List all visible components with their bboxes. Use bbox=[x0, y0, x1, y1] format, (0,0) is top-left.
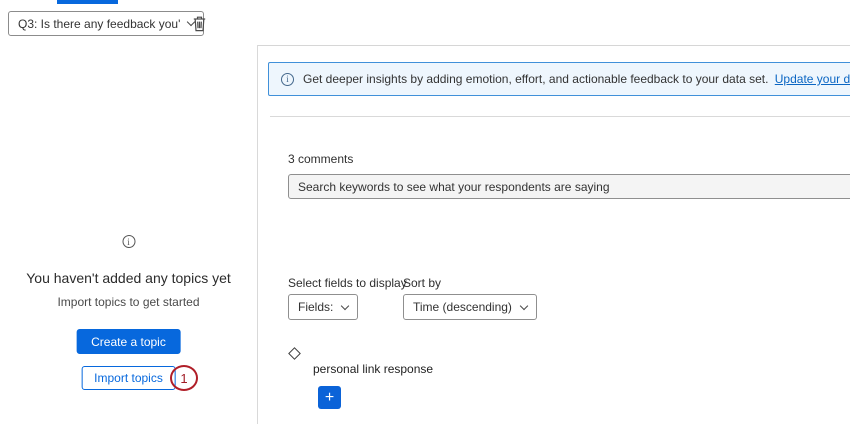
sort-dropdown[interactable]: Time (descending) bbox=[403, 294, 537, 320]
topbar: Q3: Is there any feedback you' bbox=[0, 0, 850, 45]
sort-dropdown-value: Time (descending) bbox=[413, 300, 512, 314]
sentiment-diamond-icon bbox=[288, 347, 301, 360]
empty-state-subtitle: Import topics to get started bbox=[0, 295, 257, 309]
fields-dropdown[interactable]: Fields: bbox=[288, 294, 358, 320]
comments-card: 3 comments Select fields to display Sort… bbox=[270, 116, 850, 424]
add-topic-button[interactable]: + bbox=[318, 386, 341, 409]
question-selector-dropdown[interactable]: Q3: Is there any feedback you' bbox=[8, 11, 204, 36]
fields-section-label: Select fields to display bbox=[288, 276, 407, 290]
comments-count: 3 comments bbox=[288, 152, 353, 166]
question-selector-value: Q3: Is there any feedback you' bbox=[18, 17, 180, 31]
import-topics-button[interactable]: Import topics bbox=[81, 366, 176, 390]
topics-panel: i You haven't added any topics yet Impor… bbox=[0, 45, 258, 424]
fields-dropdown-value: Fields: bbox=[298, 300, 333, 314]
main-content: i Get deeper insights by adding emotion,… bbox=[258, 45, 850, 424]
response-field-label: personal link response bbox=[313, 362, 433, 376]
chevron-down-icon bbox=[341, 301, 349, 309]
info-banner: i Get deeper insights by adding emotion,… bbox=[268, 62, 850, 96]
banner-text: Get deeper insights by adding emotion, e… bbox=[303, 72, 850, 86]
delete-question-button[interactable] bbox=[188, 13, 210, 35]
trash-icon bbox=[192, 16, 207, 32]
plus-icon: + bbox=[325, 390, 334, 406]
banner-message: Get deeper insights by adding emotion, e… bbox=[303, 72, 768, 86]
create-topic-button[interactable]: Create a topic bbox=[76, 329, 181, 354]
active-tab-indicator bbox=[57, 0, 118, 4]
info-icon: i bbox=[281, 73, 294, 86]
annotation-step-circle: 1 bbox=[170, 365, 198, 391]
update-data-set-link[interactable]: Update your data set bbox=[775, 72, 850, 86]
keyword-search-input[interactable] bbox=[288, 174, 850, 199]
chevron-down-icon bbox=[520, 301, 528, 309]
info-icon: i bbox=[122, 235, 135, 248]
sort-section-label: Sort by bbox=[403, 276, 441, 290]
empty-state-title: You haven't added any topics yet bbox=[0, 270, 257, 286]
screen: Q3: Is there any feedback you' i You hav… bbox=[0, 0, 850, 424]
